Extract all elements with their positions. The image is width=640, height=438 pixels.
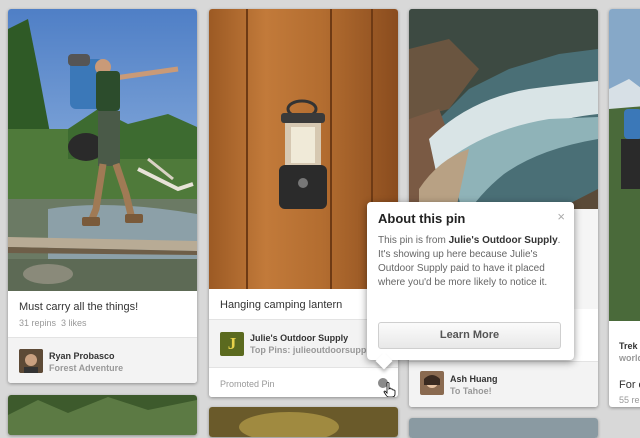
popover-text-intro: This pin is from bbox=[378, 235, 449, 246]
promoted-label: Promoted Pin bbox=[220, 379, 275, 389]
about-this-pin-popover: About this pin × This pin is from Julie'… bbox=[367, 202, 574, 370]
pin-image-bottom-3[interactable] bbox=[409, 418, 598, 438]
pin-title: Hanging camping lantern bbox=[220, 299, 343, 311]
promoted-footer: Promoted Pin bbox=[209, 367, 398, 397]
pin-image-hiker[interactable] bbox=[8, 9, 197, 291]
pin-stats: 31 repins 3 likes bbox=[19, 318, 87, 328]
pin-card-partial-right[interactable]: Trek world For e 55 re bbox=[609, 9, 640, 407]
popover-title: About this pin bbox=[378, 211, 466, 226]
board-name-partial[interactable]: world bbox=[619, 353, 640, 363]
pin-attribution[interactable]: Ash Huang To Tahoe! bbox=[409, 361, 598, 407]
popover-text: This pin is from Julie's Outdoor Supply.… bbox=[378, 234, 564, 290]
pin-image-bottom-2[interactable] bbox=[209, 407, 398, 437]
hand-cursor-icon bbox=[383, 382, 396, 397]
pin-card-bottom-3[interactable] bbox=[409, 418, 598, 438]
pin-title-partial: For e bbox=[619, 379, 640, 391]
pin-card-bottom-1[interactable] bbox=[8, 395, 197, 435]
board-name[interactable]: Top Pins: julieoutdoorsupply bbox=[250, 345, 374, 355]
pin-card-hiker[interactable]: Must carry all the things! 31 repins 3 l… bbox=[8, 9, 197, 383]
pin-image-partial[interactable] bbox=[609, 9, 640, 321]
pinner-name-partial[interactable]: Trek bbox=[619, 341, 638, 351]
avatar[interactable] bbox=[420, 371, 444, 395]
brand-logo-letter: J bbox=[227, 334, 237, 353]
board-name[interactable]: To Tahoe! bbox=[450, 386, 492, 396]
pin-card-bottom-2[interactable] bbox=[209, 407, 398, 437]
popover-brand-name: Julie's Outdoor Supply bbox=[448, 235, 558, 246]
pin-attribution[interactable]: Ryan Probasco Forest Adventure bbox=[8, 337, 197, 383]
pinner-name[interactable]: Ryan Probasco bbox=[49, 351, 115, 361]
pin-stats-partial: 55 re bbox=[619, 395, 640, 405]
brand-logo[interactable]: J bbox=[220, 332, 244, 356]
pinner-name[interactable]: Julie's Outdoor Supply bbox=[250, 333, 348, 343]
learn-more-button[interactable]: Learn More bbox=[378, 322, 561, 349]
pin-image-bottom-1[interactable] bbox=[8, 395, 197, 435]
board-name[interactable]: Forest Adventure bbox=[49, 363, 123, 373]
avatar[interactable] bbox=[19, 349, 43, 373]
close-icon[interactable]: × bbox=[557, 209, 565, 224]
pin-title: Must carry all the things! bbox=[19, 301, 139, 313]
pinner-name[interactable]: Ash Huang bbox=[450, 374, 498, 384]
